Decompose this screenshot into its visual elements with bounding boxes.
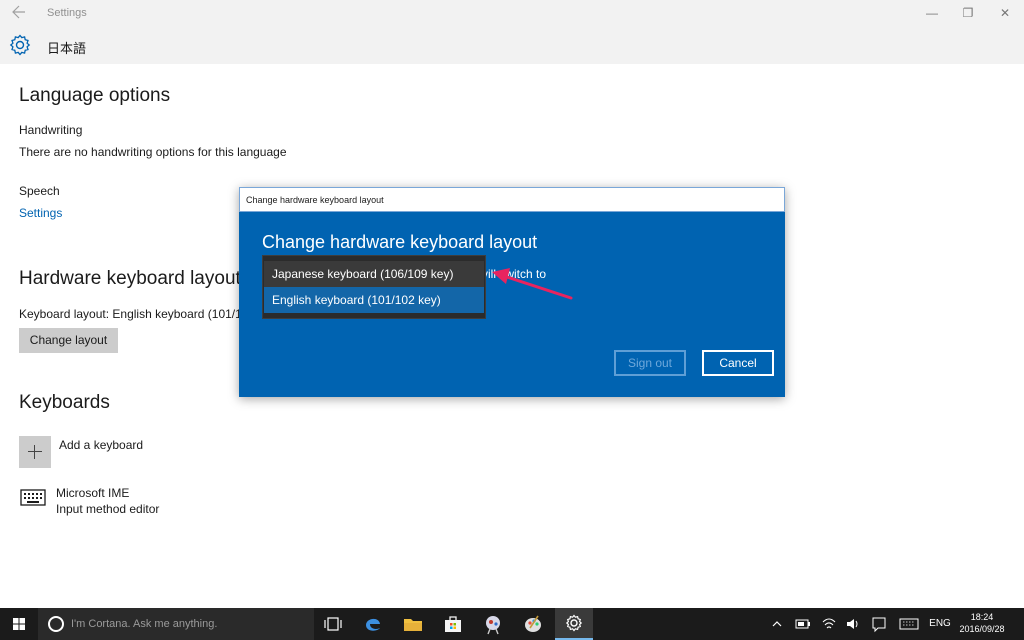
annotation-arrow-icon <box>486 262 578 304</box>
dropdown-option-english[interactable]: English keyboard (101/102 key) <box>264 287 484 313</box>
input-language-indicator[interactable]: ENG <box>928 608 952 640</box>
search-placeholder: I'm Cortana. Ask me anything. <box>71 618 218 630</box>
cortana-search-box[interactable]: I'm Cortana. Ask me anything. <box>38 608 314 640</box>
battery-icon[interactable] <box>794 608 812 640</box>
keyboards-heading: Keyboards <box>19 392 110 413</box>
taskbar: I'm Cortana. Ask me anything. ENG 18:24 … <box>0 608 1024 640</box>
paint-app-icon[interactable] <box>522 613 544 635</box>
page-header: 日本語 <box>0 28 1024 64</box>
window-title: Settings <box>47 7 87 19</box>
action-center-icon[interactable] <box>870 608 888 640</box>
dialog-window-title: Change hardware keyboard layout <box>246 195 384 205</box>
close-button[interactable]: ✕ <box>993 3 1017 23</box>
wifi-icon[interactable] <box>820 608 838 640</box>
app-icon-1[interactable] <box>482 613 504 635</box>
file-explorer-icon[interactable] <box>402 613 424 635</box>
cortana-icon <box>48 616 64 632</box>
gear-icon <box>9 34 31 56</box>
maximize-button[interactable]: ❐ <box>956 3 980 23</box>
clock[interactable]: 18:24 2016/09/28 <box>958 611 1006 635</box>
title-bar: Settings — ❐ ✕ <box>0 0 1024 28</box>
dialog-title-bar: Change hardware keyboard layout <box>239 187 785 212</box>
dropdown-option-japanese[interactable]: Japanese keyboard (106/109 key) <box>264 261 484 287</box>
add-keyboard-label[interactable]: Add a keyboard <box>59 438 143 452</box>
handwriting-label: Handwriting <box>19 123 83 137</box>
settings-taskbar-button[interactable] <box>555 608 593 640</box>
store-icon[interactable] <box>442 613 464 635</box>
clock-time: 18:24 <box>970 612 994 622</box>
clock-date: 2016/09/28 <box>959 624 1005 634</box>
chevron-up-icon[interactable] <box>770 608 784 640</box>
keyboard-layout-text: Keyboard layout: English keyboard (101/1 <box>19 307 242 321</box>
sign-out-button[interactable]: Sign out <box>614 350 686 376</box>
handwriting-text: There are no handwriting options for thi… <box>19 145 287 159</box>
dialog-heading: Change hardware keyboard layout <box>262 232 538 252</box>
cancel-button[interactable]: Cancel <box>702 350 774 376</box>
volume-icon[interactable] <box>844 608 862 640</box>
windows-start-icon[interactable] <box>0 608 38 640</box>
back-arrow-icon[interactable] <box>12 4 28 22</box>
keyboard-layout-dropdown[interactable]: Japanese keyboard (106/109 key) English … <box>262 255 486 319</box>
speech-settings-link[interactable]: Settings <box>19 206 62 220</box>
edge-browser-icon[interactable] <box>362 613 384 635</box>
change-layout-button[interactable]: Change layout <box>19 328 118 353</box>
speech-label: Speech <box>19 184 60 198</box>
keyboard-item-desc: Input method editor <box>56 502 160 516</box>
touch-keyboard-icon[interactable] <box>898 608 920 640</box>
minimize-button[interactable]: — <box>920 3 944 23</box>
page-title: 日本語 <box>47 42 87 57</box>
language-options-heading: Language options <box>19 85 171 106</box>
task-view-icon[interactable] <box>322 613 344 635</box>
keyboard-item-name[interactable]: Microsoft IME <box>56 486 129 500</box>
hardware-keyboard-heading: Hardware keyboard layout <box>19 268 241 289</box>
keyboard-icon <box>20 487 46 507</box>
add-keyboard-plus-icon[interactable] <box>19 436 51 468</box>
